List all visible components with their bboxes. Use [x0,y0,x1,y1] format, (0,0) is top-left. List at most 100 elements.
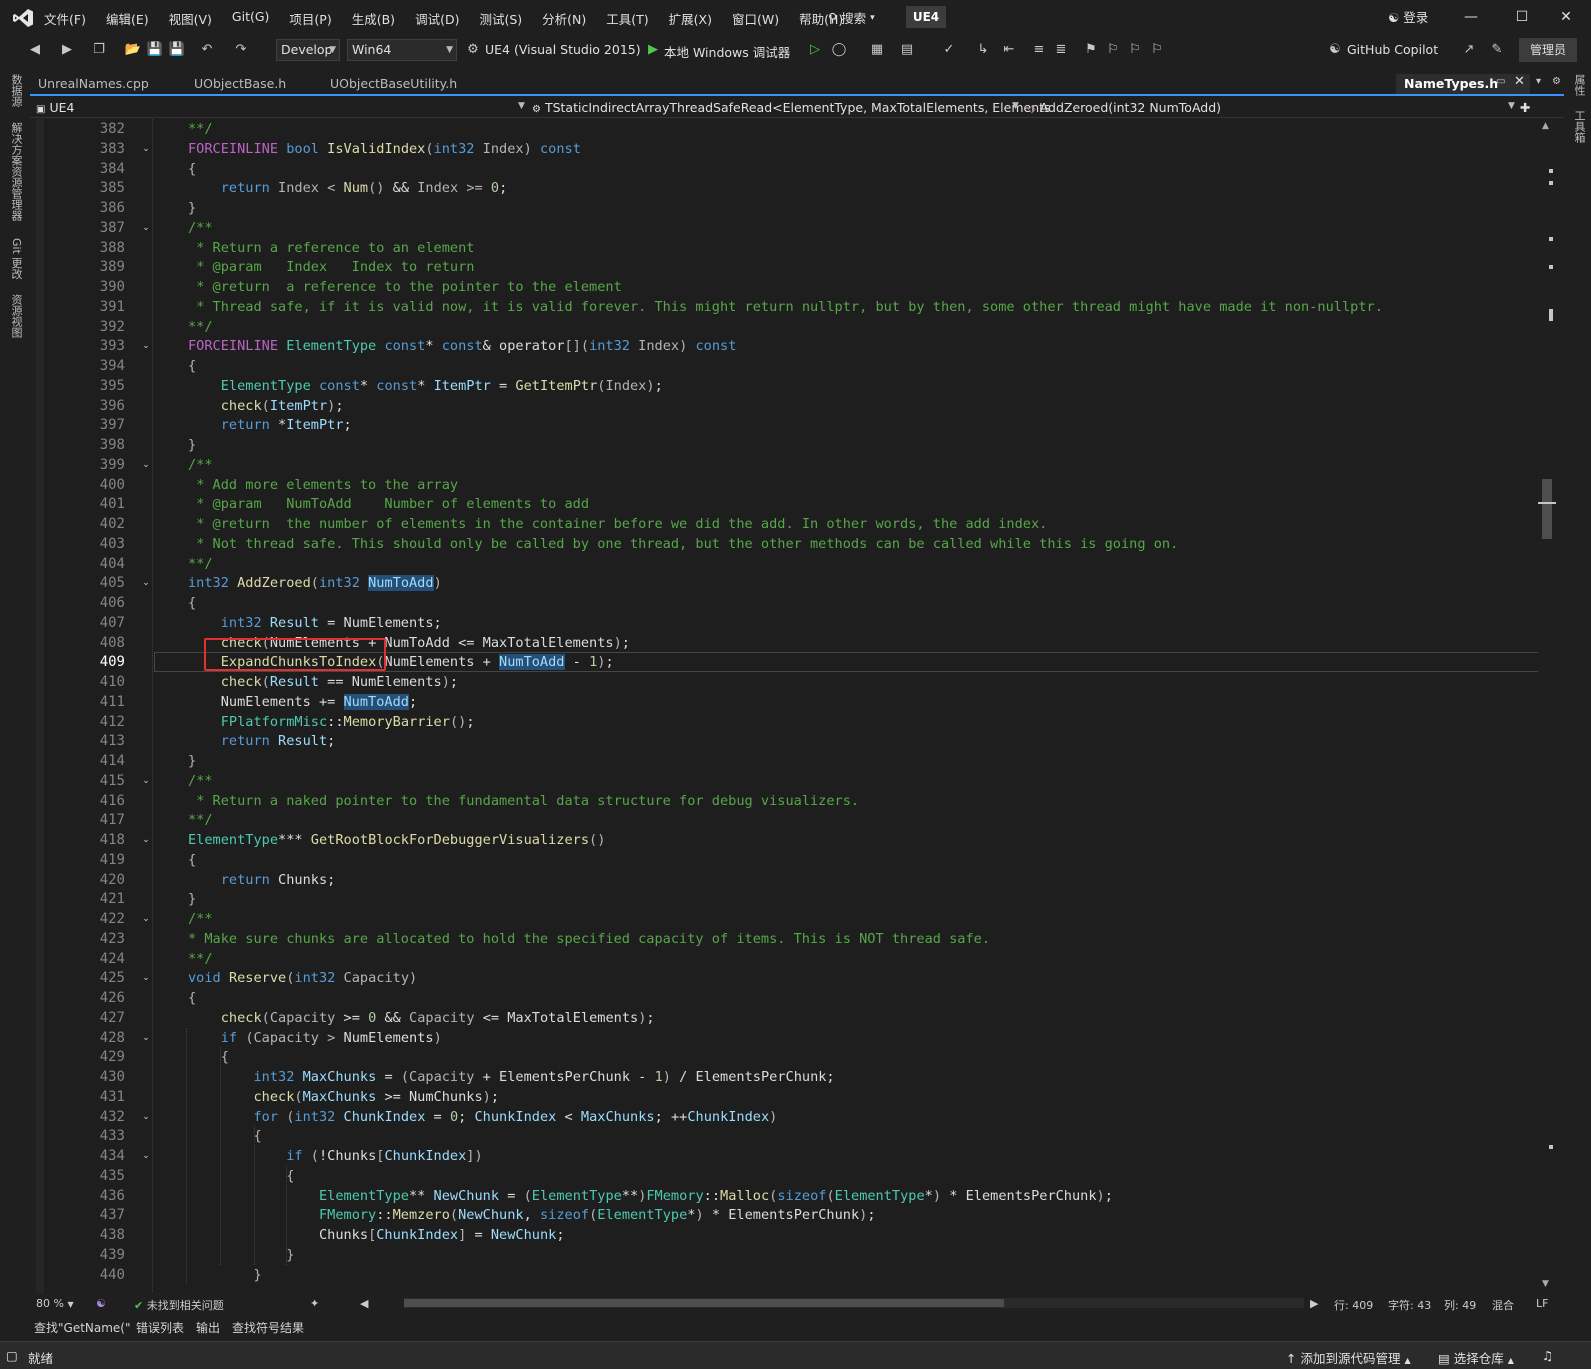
code-line[interactable]: return Result; [188,731,336,751]
code-line[interactable]: FORCEINLINE ElementType const* const& op… [188,336,736,356]
code-line[interactable]: { [188,850,196,870]
code-line[interactable]: * @param NumToAdd Number of elements to … [188,494,589,514]
code-editor[interactable]: 382 383 384 385 386 387 388 389 390 391 392 393 394 3… [36,119,1538,1293]
save-icon[interactable]: 💾 [146,41,164,59]
bookmark-icon[interactable]: ⚑ [1082,41,1100,59]
minimize-button[interactable]: — [1457,6,1485,28]
code-line[interactable]: } [188,198,196,218]
menu-item[interactable]: 生成(B) [352,9,405,28]
fold-toggle-icon[interactable]: ⌄ [140,1028,152,1048]
fold-toggle-icon[interactable]: ⌄ [140,1107,152,1127]
menu-item[interactable]: 扩展(X) [669,9,722,28]
rail-properties[interactable]: 属性 [1571,74,1587,96]
step-over-icon[interactable]: ⇤ [1000,41,1018,59]
maximize-button[interactable]: ☐ [1508,6,1536,28]
code-line[interactable]: FORCEINLINE bool IsValidIndex(int32 Inde… [188,139,581,159]
uncomment-icon[interactable]: ≣ [1052,41,1070,59]
horizontal-scrollbar[interactable] [404,1298,1304,1308]
code-line[interactable]: **/ [188,810,213,830]
login-button[interactable]: ☯ 登录 [1388,7,1428,26]
code-line[interactable]: } [188,1245,294,1265]
copilot-status-icon[interactable]: ☯ [96,1297,106,1310]
hot-reload-icon[interactable]: ◯ [830,41,848,59]
tab-uobjectbase-h[interactable]: UObjectBase.h [186,74,322,94]
comment-icon[interactable]: ≡ [1030,41,1048,59]
fold-toggle-icon[interactable]: ⌄ [140,455,152,475]
back-icon[interactable]: ◀ [26,41,44,59]
code-line[interactable]: int32 AddZeroed(int32 NumToAdd) [188,573,442,593]
code-line[interactable]: int32 Result = NumElements; [188,613,442,633]
code-line[interactable]: * Add more elements to the array [188,475,458,495]
tab-unrealnames-cpp[interactable]: UnrealNames.cpp [30,74,186,94]
menu-item[interactable]: 视图(V) [169,9,222,28]
code-line[interactable]: { [188,1166,294,1186]
menu-item[interactable]: 项目(P) [289,9,341,28]
fold-toggle-icon[interactable]: ⌄ [140,139,152,159]
code-line[interactable]: **/ [188,119,213,139]
code-line[interactable]: int32 MaxChunks = (Capacity + ElementsPe… [188,1067,834,1087]
split-editor-icon[interactable]: ✚ [1520,100,1530,115]
open-folder-icon[interactable]: 📂 [124,41,142,59]
github-copilot-button[interactable]: GitHub Copilot [1347,42,1438,57]
fold-toggle-icon[interactable]: ⌄ [140,573,152,593]
gear-icon[interactable]: ⚙ [1552,76,1561,87]
rail-toolbox[interactable]: 工具箱 [1571,110,1587,143]
code-line[interactable]: /** [188,771,213,791]
feedback-icon[interactable]: ✎ [1488,41,1506,59]
scroll-down-icon[interactable]: ▼ [1542,1279,1549,1289]
code-line[interactable]: { [188,988,196,1008]
scroll-left-icon[interactable]: ◀ [360,1297,368,1310]
scroll-up-icon[interactable]: ▲ [1542,121,1549,131]
play-icon[interactable]: ▶ [644,41,662,59]
scope-dropdown[interactable]: ⚙ TStaticIndirectArrayThreadSafeRead<Ele… [532,100,1051,115]
code-line[interactable]: for (int32 ChunkIndex = 0; ChunkIndex < … [188,1107,777,1127]
rail-data-sources[interactable]: 数据源 [8,74,24,107]
spell-check-icon[interactable]: ✓ [940,41,958,59]
line-indicator[interactable]: 行: 409 [1334,1297,1373,1313]
rail-git-changes[interactable]: Git 更改 [8,238,24,279]
code-line[interactable]: * @return the number of elements in the … [188,514,1047,534]
code-line[interactable]: void Reserve(int32 Capacity) [188,968,417,988]
scroll-right-icon[interactable]: ▶ [1310,1297,1318,1310]
menu-item[interactable]: 调试(D) [415,9,469,28]
status-output-icon[interactable]: ▢ [6,1348,18,1363]
start-debugger-button[interactable]: 本地 Windows 调试器 [664,42,790,61]
previous-bookmark-icon[interactable]: ⚐ [1104,41,1122,59]
code-line[interactable]: } [188,1265,261,1285]
share-icon[interactable]: ↗ [1460,41,1478,59]
menu-item[interactable]: 分析(N) [542,9,596,28]
code-line[interactable]: NumElements += NumToAdd; [188,692,417,712]
close-window-button[interactable]: ✕ [1552,6,1580,28]
tab-nametypes-h[interactable]: NameTypes.h [1396,74,1530,94]
code-line[interactable]: { [188,356,196,376]
menu-item[interactable]: 文件(F) [44,9,96,28]
tab-list-dropdown-icon[interactable]: ▾ [1536,76,1541,87]
forward-icon[interactable]: ▶ [58,41,76,59]
close-tab-icon[interactable]: ✕ [1514,74,1525,89]
code-line[interactable]: ElementType*** GetRootBlockForDebuggerVi… [188,830,605,850]
tab-find-results[interactable]: 查找"GetName(" [34,1319,131,1336]
fold-toggle-icon[interactable]: ⌄ [140,830,152,850]
menu-item[interactable]: Git(G) [232,9,280,28]
code-line[interactable]: **/ [188,949,213,969]
solution-explorer-icon[interactable]: ▦ [868,41,886,59]
visual-studio-logo-icon[interactable] [12,8,34,28]
zoom-dropdown[interactable]: 80 % ▼ [36,1297,74,1310]
code-line[interactable]: * Thread safe, if it is valid now, it is… [188,297,1383,317]
code-line[interactable]: * Return a naked pointer to the fundamen… [188,791,859,811]
code-line[interactable]: /** [188,455,213,475]
code-line[interactable]: FPlatformMisc::MemoryBarrier(); [188,712,475,732]
fold-toggle-icon[interactable]: ⌄ [140,336,152,356]
horizontal-scroll-thumb[interactable] [404,1299,1004,1307]
tab-output[interactable]: 输出 [196,1319,220,1336]
code-line[interactable]: check(Capacity >= 0 && Capacity <= MaxTo… [188,1008,655,1028]
code-line[interactable]: FMemory::Memzero(NewChunk, sizeof(Elemen… [188,1205,876,1225]
window-layout-icon[interactable]: ▤ [898,41,916,59]
tab-error-list[interactable]: 错误列表 [136,1319,184,1336]
code-line[interactable]: { [188,593,196,613]
menu-item[interactable]: 工具(T) [606,9,658,28]
code-line[interactable]: check(MaxChunks >= NumChunks); [188,1087,499,1107]
menu-item[interactable]: 编辑(E) [106,9,159,28]
select-repository-button[interactable]: ▤ 选择仓库 ▲ [1438,1348,1514,1367]
fold-toggle-icon[interactable]: ⌄ [140,218,152,238]
